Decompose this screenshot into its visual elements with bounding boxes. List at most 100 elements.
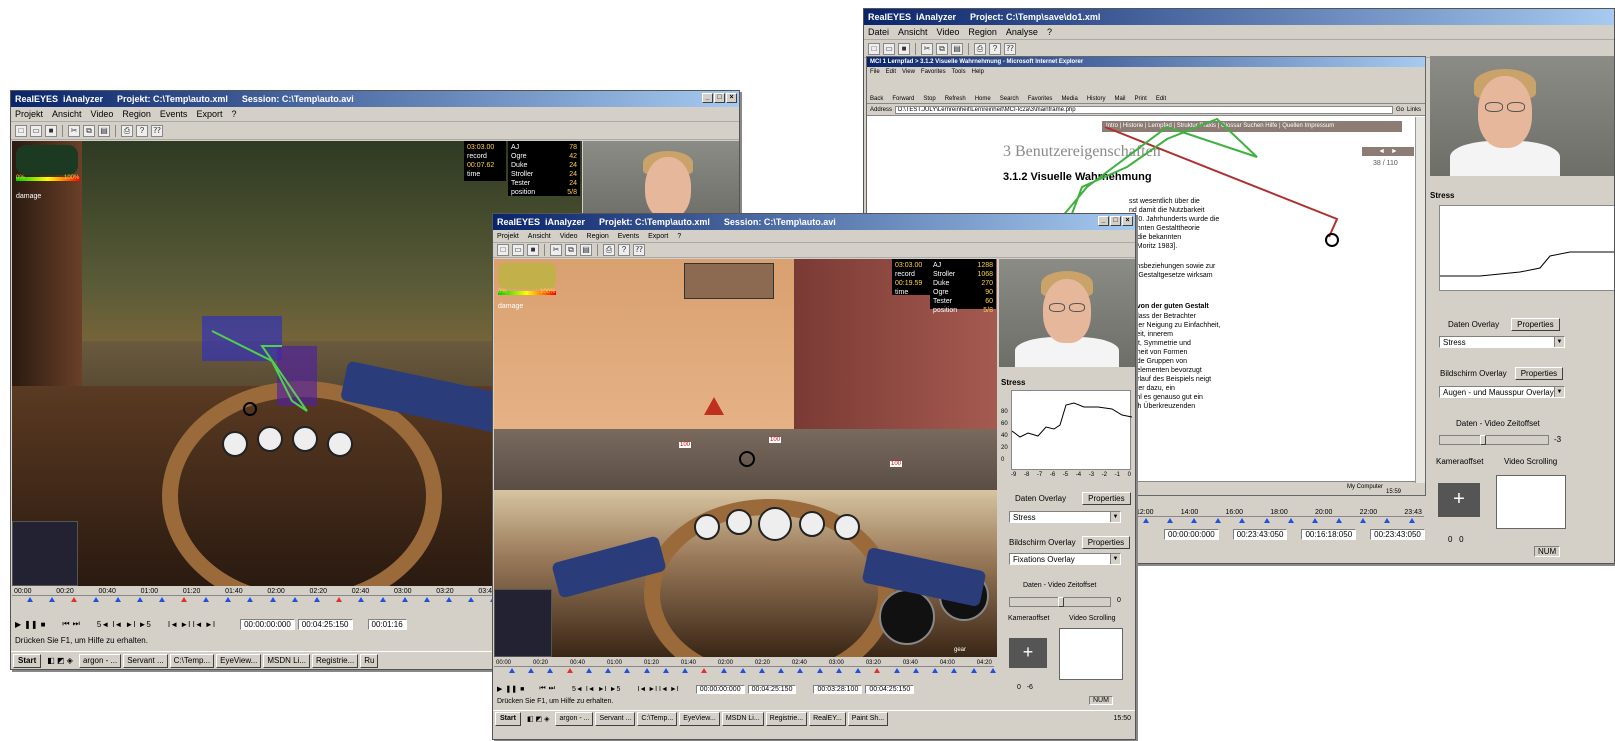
menu-item-region[interactable]: Region (587, 233, 609, 240)
stop-button[interactable]: ■ (520, 686, 524, 693)
timeline-event-marker[interactable] (225, 597, 232, 602)
new-icon[interactable]: □ (868, 42, 880, 55)
browser-tool-search[interactable]: Search (1000, 96, 1019, 102)
taskbar-item[interactable]: MSDN Li... (263, 653, 311, 668)
timeline-event-marker[interactable] (114, 597, 121, 602)
timeline-event-marker[interactable] (739, 668, 746, 673)
timeline-event-marker[interactable] (701, 668, 708, 673)
timeline-event-marker[interactable] (291, 597, 298, 602)
timeline-event-marker[interactable] (1166, 518, 1173, 523)
taskbar-item[interactable]: C:\Temp... (169, 653, 215, 668)
browser-tool-home[interactable]: Home (975, 96, 991, 102)
timeline-event-marker[interactable] (605, 668, 612, 673)
timeline-event-marker[interactable] (1239, 518, 1246, 523)
timeline-event-marker[interactable] (835, 668, 842, 673)
time-start-field[interactable]: 00:00:00:000 (240, 618, 295, 630)
browser-tool-edit[interactable]: Edit (1156, 96, 1166, 102)
timeline-event-marker[interactable] (380, 597, 387, 602)
timeline-event-marker[interactable] (269, 597, 276, 602)
chevron-down-icon[interactable]: ▼ (1554, 387, 1564, 397)
timeline-event-marker[interactable] (137, 597, 144, 602)
timeline-event-marker[interactable] (1191, 518, 1198, 523)
fastforward-button[interactable]: ⏭ (549, 685, 555, 693)
time-field[interactable]: 00:23:43:050 (1232, 529, 1288, 540)
time-field[interactable]: 00:00:00:000 (1164, 529, 1219, 540)
timeline-event-marker[interactable] (624, 668, 631, 673)
cut-icon[interactable]: ✂ (550, 244, 562, 256)
menu-item-export[interactable]: Export (648, 233, 668, 240)
menu-item-projekt[interactable]: Projekt (15, 109, 43, 119)
menu-item-ansicht[interactable]: Ansicht (898, 27, 928, 37)
timeline-event-marker[interactable] (26, 597, 33, 602)
menu-item-projekt[interactable]: Projekt (497, 233, 519, 240)
browser-tool-print[interactable]: Print (1134, 96, 1146, 102)
center-timeline[interactable]: 00:00 00:20 00:40 01:00 01:20 01:40 02:00 02:20… (494, 660, 996, 682)
taskbar-item[interactable]: Ru (360, 653, 379, 668)
step-back-5[interactable]: 5◄ (97, 620, 109, 629)
timeline-event-marker[interactable] (1142, 518, 1149, 523)
copy-icon[interactable]: ⧉ (83, 124, 95, 137)
taskbar-item[interactable]: RealEY... (809, 711, 846, 726)
browser-menu-edit[interactable]: Edit (886, 67, 896, 78)
timeline-event-marker[interactable] (509, 668, 515, 673)
time-field[interactable]: 00:16:18:050 (1301, 529, 1357, 540)
context-help-icon[interactable]: ⁇ (633, 244, 645, 256)
pause-button[interactable]: ❚❚ (24, 620, 37, 629)
timeline-event-marker[interactable] (989, 668, 996, 673)
timeline-event-marker[interactable] (720, 668, 727, 673)
mark-buttons[interactable]: I◄ ►I I◄ ►I (637, 686, 678, 693)
left-timeline[interactable]: 00:00 00:20 00:40 01:00 01:20 01:40 02:00 02:20… (12, 588, 498, 614)
chevron-down-icon[interactable]: ▼ (1110, 512, 1120, 522)
bild-properties-button[interactable]: Properties (1081, 536, 1131, 549)
timeline-event-marker[interactable] (855, 668, 862, 673)
video-scrolling-box[interactable] (1496, 475, 1566, 529)
step-back-5[interactable]: 5◄ (572, 686, 583, 693)
address-field[interactable]: D:\TEST.JULY\Lernreinheit\Lernreinheit\M… (895, 105, 1393, 114)
time-end-field[interactable]: 00:04:25:150 (747, 684, 797, 694)
menu-item-analyse[interactable]: Analyse (1006, 27, 1038, 37)
paste-icon[interactable]: ▤ (580, 244, 592, 256)
timeline-event-marker[interactable] (1336, 518, 1343, 523)
menu-item-video[interactable]: Video (937, 27, 960, 37)
browser-tool-stop[interactable]: Stop (923, 96, 935, 102)
timeline-event-marker[interactable] (797, 668, 804, 673)
daten-overlay-select[interactable]: Stress ▼ (1009, 511, 1121, 523)
timeline-event-marker[interactable] (1215, 518, 1222, 523)
help-icon[interactable]: ? (989, 42, 1001, 55)
browser-tool-forward[interactable]: Forward (892, 96, 914, 102)
browser-tool-back[interactable]: Back (870, 96, 883, 102)
timeline-event-marker[interactable] (446, 597, 453, 602)
save-icon[interactable]: ■ (527, 244, 539, 256)
timeline-event-marker[interactable] (313, 597, 320, 602)
menu-item-events[interactable]: Events (160, 109, 188, 119)
copy-icon[interactable]: ⧉ (565, 244, 577, 256)
taskbar-item[interactable]: Registrie... (765, 711, 808, 726)
timeline-event-marker[interactable] (528, 668, 535, 673)
close-button[interactable]: × (726, 93, 737, 103)
copy-icon[interactable]: ⧉ (936, 42, 948, 55)
timeline-event-marker[interactable] (48, 597, 55, 602)
time-field[interactable]: 00:23:43:050 (1370, 529, 1425, 540)
taskbar-item[interactable]: Paint Sh... (847, 711, 889, 726)
menu-item-ansicht[interactable]: Ansicht (52, 109, 82, 119)
timeline-event-marker[interactable] (468, 597, 475, 602)
timeline-event-marker[interactable] (92, 597, 99, 602)
timeline-event-marker[interactable] (1360, 518, 1367, 523)
paste-icon[interactable]: ▤ (951, 42, 963, 55)
timeline-event-marker[interactable] (1408, 518, 1415, 523)
timeline-event-marker[interactable] (1384, 518, 1391, 523)
minimize-button[interactable]: _ (1098, 216, 1109, 226)
bild-properties-button[interactable]: Properties (1514, 367, 1564, 380)
timeline-event-marker[interactable] (874, 668, 881, 673)
timeline-event-marker[interactable] (357, 597, 364, 602)
time-total-field[interactable]: 00:04:25:150 (865, 684, 915, 694)
taskbar-item[interactable]: EyeView... (216, 653, 262, 668)
timeline-event-marker[interactable] (682, 668, 689, 673)
step-back-1[interactable]: I◄ (586, 686, 595, 693)
browser-menu-file[interactable]: File (870, 67, 880, 78)
timeline-event-marker[interactable] (662, 668, 669, 673)
stop-button[interactable]: ■ (41, 620, 46, 629)
timeline-event-marker[interactable] (643, 668, 650, 673)
browser-menu-favorites[interactable]: Favorites (921, 67, 946, 78)
timeline-event-marker[interactable] (181, 597, 188, 602)
